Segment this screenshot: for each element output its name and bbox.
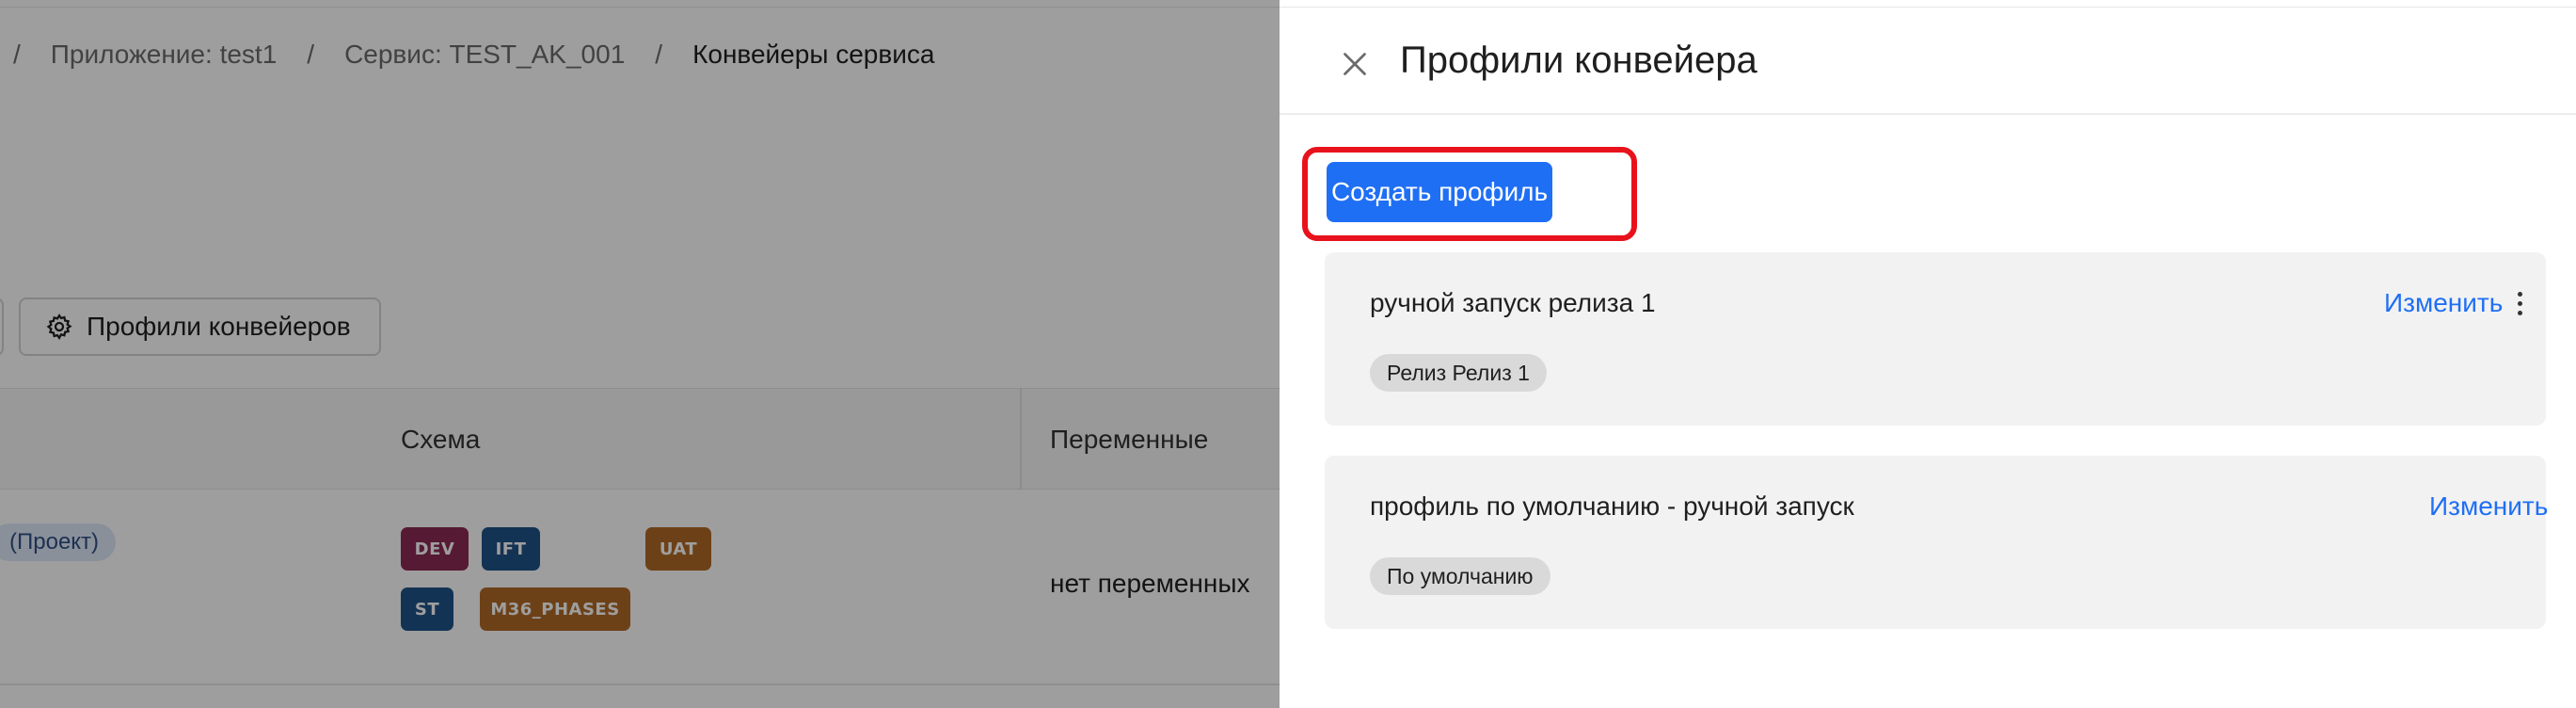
drawer-top-divider (1280, 0, 2576, 8)
column-divider (1020, 388, 1022, 490)
top-divider (0, 0, 1280, 8)
create-profile-button[interactable]: Создать профиль (1327, 162, 1552, 222)
breadcrumb-item-current: Конвейеры сервиса (692, 40, 935, 69)
pipeline-profiles-drawer: Профили конвейера Создать профиль ручной… (1280, 0, 2576, 708)
breadcrumb-item-service[interactable]: Сервис: TEST_AK_001 (344, 40, 625, 70)
table-header: Схема Переменные (0, 388, 1280, 490)
profile-card: профиль по умолчанию - ручной запуск Изм… (1325, 456, 2548, 629)
toolbar-button-partial[interactable] (0, 298, 4, 356)
breadcrumb-separator: / (307, 40, 315, 69)
stage-badge-uat[interactable]: UAT (645, 527, 711, 571)
project-tag: (Проект) (0, 523, 117, 561)
breadcrumb: / Приложение: test1 / Сервис: TEST_AK_00… (0, 8, 1280, 102)
stage-badge-m36-phases[interactable]: M36_PHASES (480, 587, 630, 631)
gear-icon (46, 314, 72, 341)
pipeline-profiles-label: Профили конвейеров (87, 312, 351, 341)
profile-tag: Релиз Релиз 1 (1370, 354, 1547, 392)
pipeline-profiles-button[interactable]: Профили конвейеров (19, 298, 381, 356)
profile-name: профиль по умолчанию - ручной запуск (1370, 491, 1854, 521)
close-icon[interactable] (1338, 47, 1372, 81)
background-page: / Приложение: test1 / Сервис: TEST_AK_00… (0, 0, 1280, 708)
breadcrumb-separator: / (13, 40, 21, 69)
edit-profile-link[interactable]: Изменить (2384, 288, 2503, 318)
profile-card: ручной запуск релиза 1 Изменить Релиз Ре… (1325, 252, 2546, 426)
column-header-variables[interactable]: Переменные (1050, 389, 1208, 491)
stage-badge-st[interactable]: ST (401, 587, 453, 631)
edit-profile-link[interactable]: Изменить (2429, 491, 2548, 522)
breadcrumb-separator: / (655, 40, 663, 69)
column-header-schema[interactable]: Схема (401, 389, 480, 491)
drawer-header: Профили конвейера (1280, 8, 2576, 115)
drawer-title: Профили конвейера (1400, 40, 1757, 81)
stage-badge-dev[interactable]: DEV (401, 527, 469, 571)
profile-name: ручной запуск релиза 1 (1370, 288, 1656, 317)
profile-tag: По умолчанию (1370, 557, 1550, 595)
breadcrumb-item-application[interactable]: Приложение: test1 (51, 40, 278, 70)
variables-value: нет переменных (1050, 569, 1250, 598)
stage-badge-ift[interactable]: IFT (482, 527, 540, 571)
more-vertical-icon[interactable] (2510, 286, 2529, 320)
